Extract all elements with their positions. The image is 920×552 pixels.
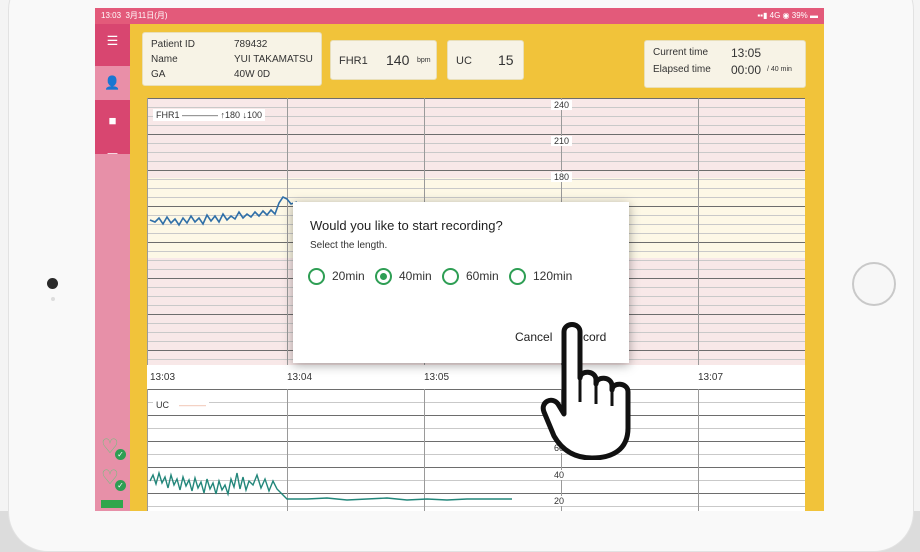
menu-icon[interactable]: ☰ [95, 24, 130, 58]
current-time-value: 13:05 [731, 46, 762, 60]
fhr-unit: bpm [417, 57, 431, 64]
radio-selected-icon[interactable] [375, 268, 392, 286]
fhr-scale-240: 240 [551, 100, 573, 110]
fhr-box: FHR1 140 bpm [330, 40, 437, 80]
dialog-title: Would you like to start recording? [310, 218, 503, 233]
heart-check-icon: ♡ ✓ [101, 467, 126, 491]
status-left: 13:03 3月11日(月) [101, 8, 168, 24]
option-label: 20min [332, 269, 365, 283]
battery-indicator [101, 500, 123, 508]
dialog-subtitle: Select the length. [310, 240, 388, 251]
sidebar-lower: ♡ ✓ ♡ ✓ [95, 154, 130, 511]
time-tick: 13:07 [698, 372, 724, 383]
patient-name-value: YUI TAKAMATSU [234, 54, 313, 65]
option-label: 60min [466, 269, 499, 283]
heart-check-icon: ♡ ✓ [101, 436, 126, 460]
option-40min[interactable]: 40min [375, 267, 432, 286]
time-tick: 13:03 [150, 372, 176, 383]
patient-id-value: 789432 [234, 39, 268, 50]
uc-value: 15 [498, 52, 514, 68]
time-axis: 13:03 13:04 13:05 13:07 [147, 365, 805, 389]
patient-ga-label: GA [151, 69, 166, 80]
uc-label: UC [456, 55, 472, 67]
status-time: 13:03 [101, 11, 122, 20]
option-20min[interactable]: 20min [308, 267, 365, 286]
current-time-label: Current time [653, 47, 709, 58]
time-tick: 13:04 [287, 372, 313, 383]
uc-legend: UC ——— [153, 399, 210, 411]
radio-icon[interactable] [442, 268, 459, 286]
fhr-label: FHR1 [339, 55, 368, 67]
camera-icon [47, 278, 58, 289]
grid-line [698, 98, 699, 365]
option-label: 40min [399, 269, 432, 283]
status-bar: 13:03 3月11日(月) ▪▪▮ 4G ◉ 39% ▬ [95, 8, 824, 24]
uc-scale-20: 20 [551, 496, 568, 506]
sensor-dot [51, 297, 55, 301]
time-box: Current time 13:05 Elapsed time 00:00 / … [644, 40, 806, 88]
app-screen: 13:03 3月11日(月) ▪▪▮ 4G ◉ 39% ▬ ☰ 👤 ■ ▭ ♡✓… [95, 8, 824, 511]
stop-icon[interactable]: ■ [95, 104, 130, 138]
status-network: 4G [769, 11, 781, 20]
patient-ga-value: 40W 0D [234, 69, 271, 80]
elapsed-total: / 40 min [767, 66, 792, 73]
fhr-legend: FHR1 ———— ↑180 ↓100 [153, 109, 266, 121]
fhr-value: 140 [386, 52, 410, 68]
elapsed-time-value: 00:00 [731, 63, 762, 77]
elapsed-time-label: Elapsed time [653, 64, 711, 75]
patient-info: Patient ID 789432 Name YUI TAKAMATSU GA … [142, 32, 322, 86]
sidebar: ☰ 👤 ■ ▭ ♡✓ ♡✓ [95, 24, 130, 511]
pointing-hand-icon [540, 322, 631, 460]
patient-id-label: Patient ID [151, 39, 195, 50]
uc-legend-label: UC [156, 400, 169, 410]
radio-icon[interactable] [308, 268, 325, 286]
status-right: ▪▪▮ 4G ◉ 39% ▬ [757, 11, 818, 20]
fhr-legend-label: FHR1 [156, 110, 180, 120]
uc-scale-40: 40 [551, 470, 568, 480]
fhr-scale-210: 210 [551, 136, 573, 146]
fhr-scale-180: 180 [551, 172, 573, 182]
option-label: 120min [533, 269, 573, 283]
status-battery: 39% [791, 11, 808, 20]
fhr-alarm-limits: ↑180 ↓100 [220, 110, 263, 120]
option-60min[interactable]: 60min [442, 267, 499, 286]
user-icon[interactable]: 👤 [95, 66, 130, 100]
status-date: 3月11日(月) [125, 11, 168, 20]
grid-line [698, 389, 699, 511]
time-tick: 13:05 [424, 372, 450, 383]
option-120min[interactable]: 120min [509, 267, 573, 286]
uc-box: UC 15 [447, 40, 524, 80]
radio-icon[interactable] [509, 268, 526, 286]
tablet-frame: 13:03 3月11日(月) ▪▪▮ 4G ◉ 39% ▬ ☰ 👤 ■ ▭ ♡✓… [0, 0, 920, 552]
home-button[interactable] [852, 262, 896, 306]
patient-name-label: Name [151, 54, 178, 65]
uc-chart: UC ——— 60 40 20 [147, 389, 805, 511]
